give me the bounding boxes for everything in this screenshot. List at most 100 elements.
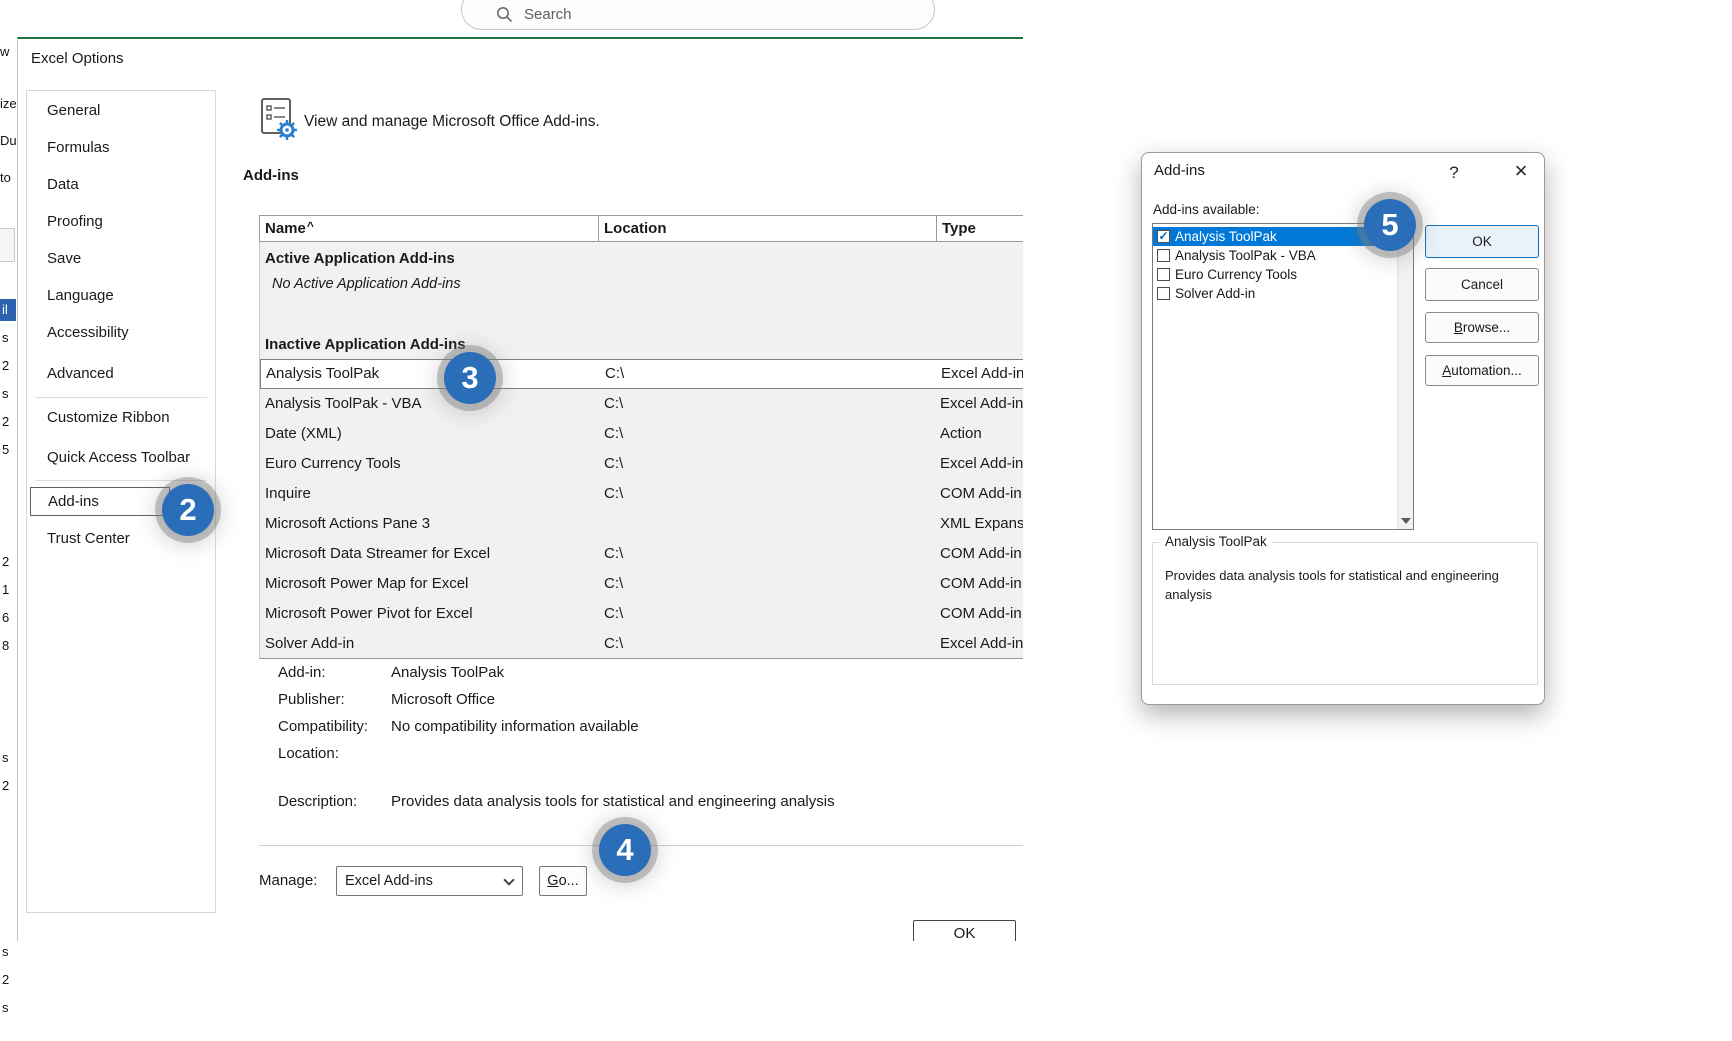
sidebar-item-save[interactable]: Save [27, 244, 215, 274]
detail-value: No compatibility information available [391, 713, 639, 740]
listbox-item-label: Solver Add-in [1175, 286, 1255, 301]
addins-icon [259, 97, 301, 143]
cell-type: Action [937, 419, 1023, 449]
column-header-name-label: Name [265, 220, 306, 237]
detail-label: Publisher: [278, 686, 391, 713]
edge-fragment: s [2, 750, 9, 765]
manage-dropdown-value: Excel Add-ins [345, 873, 433, 889]
cell-type: Excel Add-in [937, 629, 1023, 659]
listbox-item-solver-add-in[interactable]: Solver Add-in [1153, 284, 1397, 303]
addin-details: Add-in: Analysis ToolPak Publisher: Micr… [278, 659, 835, 815]
listbox-scrollbar[interactable] [1397, 224, 1413, 529]
cell-name: Microsoft Power Map for Excel [260, 569, 599, 599]
checkbox-unchecked-icon[interactable] [1157, 287, 1170, 300]
column-header-name[interactable]: Name^ [260, 216, 599, 241]
active-addins-group-label: Active Application Add-ins [265, 250, 455, 267]
addins-browse-button[interactable]: Browse... [1425, 312, 1539, 343]
addin-row-microsoft-power-map[interactable]: Microsoft Power Map for Excel C:\ COM Ad… [260, 569, 1023, 599]
addin-row-microsoft-actions-pane-3[interactable]: Microsoft Actions Pane 3 XML Expansion [260, 509, 1023, 539]
cell-name: Analysis ToolPak [261, 360, 600, 388]
chevron-down-icon [503, 874, 514, 885]
addin-row-solver-add-in[interactable]: Solver Add-in C:\ Excel Add-in [260, 629, 1023, 659]
edge-fragment: 2 [2, 778, 9, 793]
detail-value: Microsoft Office [391, 686, 495, 713]
cell-location: C:\ [599, 539, 937, 569]
listbox-item-label: Analysis ToolPak [1175, 229, 1277, 244]
sidebar-item-data[interactable]: Data [27, 170, 215, 200]
listbox-item-euro-currency-tools[interactable]: Euro Currency Tools [1153, 265, 1397, 284]
go-button[interactable]: Go... [539, 866, 587, 896]
sidebar-item-accessibility[interactable]: Accessibility [27, 318, 215, 348]
checkbox-unchecked-icon[interactable] [1157, 249, 1170, 262]
sidebar-item-advanced[interactable]: Advanced [27, 359, 215, 389]
cell-name: Microsoft Data Streamer for Excel [260, 539, 599, 569]
edge-fragment: 2 [2, 414, 9, 429]
addin-row-euro-currency-tools[interactable]: Euro Currency Tools C:\ Excel Add-in [260, 449, 1023, 479]
help-icon[interactable]: ? [1438, 159, 1470, 187]
listbox-item-label: Euro Currency Tools [1175, 267, 1297, 282]
cell-type: COM Add-in [937, 599, 1023, 629]
addin-row-analysis-toolpak[interactable]: Analysis ToolPak C:\ Excel Add-in [260, 359, 1023, 389]
cell-type: Excel Add-in [937, 389, 1023, 419]
cell-name: Date (XML) [260, 419, 599, 449]
close-icon[interactable]: × [1504, 155, 1538, 187]
addin-row-microsoft-data-streamer[interactable]: Microsoft Data Streamer for Excel C:\ CO… [260, 539, 1023, 569]
inactive-addins-group-label: Inactive Application Add-ins [265, 336, 466, 353]
addin-row-microsoft-power-pivot[interactable]: Microsoft Power Pivot for Excel C:\ COM … [260, 599, 1023, 629]
edge-fragment: s [2, 330, 9, 345]
scroll-down-arrow-icon [1401, 518, 1411, 524]
checkbox-unchecked-icon[interactable] [1157, 268, 1170, 281]
scrollbar-down-button[interactable] [1398, 512, 1413, 528]
edge-fragment: ize [0, 96, 17, 111]
header-description: View and manage Microsoft Office Add-ins… [304, 109, 600, 135]
sort-ascending-icon: ^ [307, 216, 314, 239]
addins-ok-button[interactable]: OK [1425, 225, 1539, 258]
addin-row-date-xml[interactable]: Date (XML) C:\ Action [260, 419, 1023, 449]
manage-dropdown[interactable]: Excel Add-ins [336, 866, 523, 896]
sidebar-item-customize-ribbon[interactable]: Customize Ribbon [27, 403, 215, 433]
edge-fragment: 1 [2, 582, 9, 597]
cell-type: Excel Add-in [938, 360, 1023, 388]
column-header-location[interactable]: Location [599, 216, 937, 241]
sidebar-item-formulas[interactable]: Formulas [27, 133, 215, 163]
addins-automation-button[interactable]: Automation... [1425, 355, 1539, 386]
cell-type: Excel Add-in [937, 449, 1023, 479]
detail-row-compatibility: Compatibility: No compatibility informat… [278, 713, 835, 740]
search-bar[interactable]: Search [461, 0, 935, 30]
addins-table-body: Active Application Add-ins No Active App… [259, 242, 1023, 659]
addins-cancel-button[interactable]: Cancel [1425, 268, 1539, 301]
edge-fragment: 8 [2, 638, 9, 653]
cell-location [599, 509, 937, 539]
cell-location: C:\ [599, 449, 937, 479]
excel-options-ok-button[interactable]: OK [913, 920, 1016, 941]
addin-row-analysis-toolpak-vba[interactable]: Analysis ToolPak - VBA C:\ Excel Add-in [260, 389, 1023, 419]
column-header-type[interactable]: Type [937, 216, 1023, 241]
listbox-item-analysis-toolpak-vba[interactable]: Analysis ToolPak - VBA [1153, 246, 1397, 265]
sidebar-item-proofing[interactable]: Proofing [27, 207, 215, 237]
cell-name: Solver Add-in [260, 629, 599, 659]
listbox-item-analysis-toolpak[interactable]: ✓ Analysis ToolPak [1153, 227, 1397, 246]
addin-row-inquire[interactable]: Inquire C:\ COM Add-in [260, 479, 1023, 509]
addins-available-label: Add-ins available: [1153, 202, 1260, 217]
detail-value: Analysis ToolPak [391, 659, 504, 686]
detail-row-publisher: Publisher: Microsoft Office [278, 686, 835, 713]
sidebar-item-add-ins[interactable]: Add-ins [30, 487, 170, 516]
cell-location: C:\ [599, 479, 937, 509]
step-badge-2: 2 [162, 484, 214, 536]
no-active-addins-note: No Active Application Add-ins [272, 276, 461, 292]
addins-rows: Analysis ToolPak C:\ Excel Add-in Analys… [260, 359, 1023, 659]
edge-fragment: w [0, 44, 9, 59]
checkbox-checked-icon[interactable]: ✓ [1157, 230, 1170, 243]
checkmark-glyph: ✓ [1158, 231, 1169, 242]
detail-label: Location: [278, 740, 391, 767]
cell-type: COM Add-in [937, 479, 1023, 509]
sidebar-item-language[interactable]: Language [27, 281, 215, 311]
cell-type: XML Expansion [937, 509, 1023, 539]
sidebar-item-general[interactable]: General [27, 96, 215, 126]
edge-fragment: s [2, 386, 9, 401]
groupbox-title: Analysis ToolPak [1160, 534, 1272, 549]
sidebar-item-quick-access-toolbar[interactable]: Quick Access Toolbar [27, 443, 215, 473]
edge-selected-cell-fragment: il [0, 299, 16, 321]
cell-location: C:\ [599, 569, 937, 599]
step-badge-5: 5 [1364, 199, 1416, 251]
